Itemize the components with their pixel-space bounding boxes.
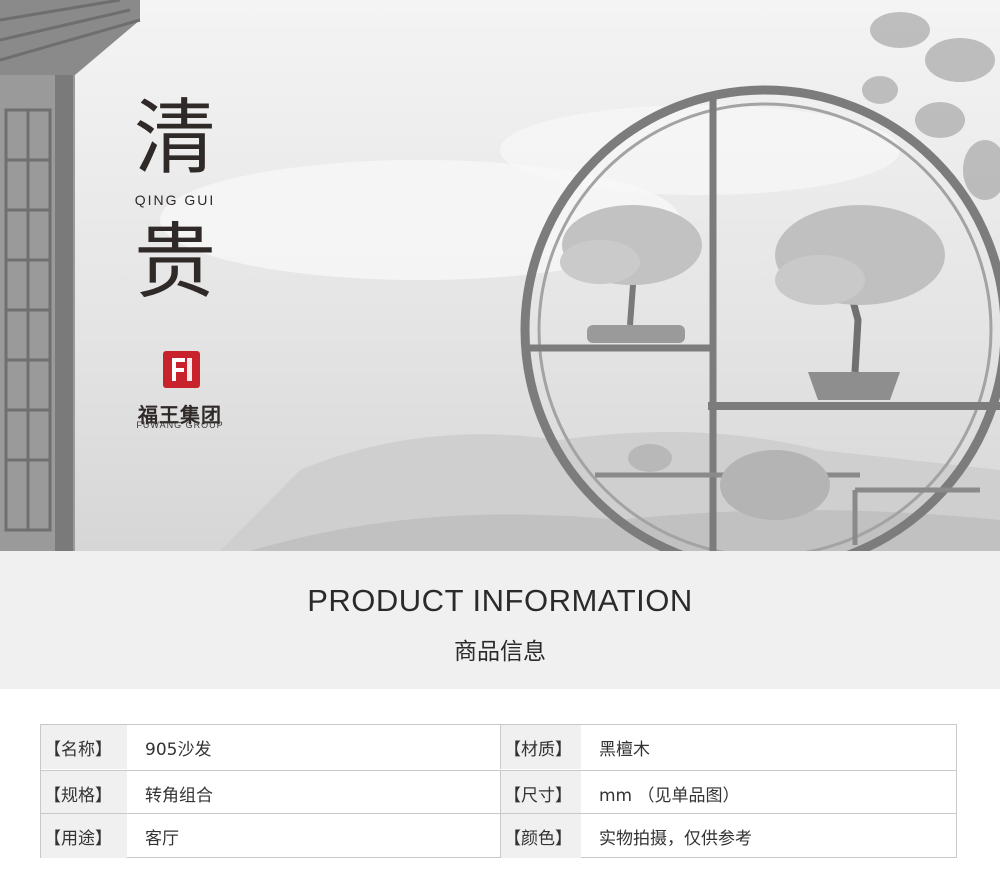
- label-material: 【材质】: [500, 725, 581, 769]
- hero-banner: 清 QING GUI 贵 福王集团 FUWANG GROUP: [0, 0, 1000, 551]
- label-spec: 【规格】: [41, 771, 127, 815]
- title-character-gui: 贵: [133, 215, 216, 310]
- title-pinyin: QING GUI: [134, 192, 216, 208]
- label-name: 【名称】: [41, 725, 127, 769]
- product-info-table: 【名称】 905沙发 【材质】 黑檀木 【规格】 转角组合 【尺寸】 mm （见…: [40, 724, 957, 858]
- section-header-band: [0, 551, 1000, 689]
- value-name: 905沙发: [145, 739, 212, 760]
- table-row: 【用途】 客厅 【颜色】 实物拍摄，仅供参考: [41, 813, 956, 858]
- section-title-en: PRODUCT INFORMATION: [307, 583, 693, 618]
- brand-logo-icon: [163, 351, 200, 388]
- value-usage: 客厅: [145, 828, 179, 849]
- value-spec: 转角组合: [145, 785, 213, 806]
- value-material: 黑檀木: [599, 739, 650, 760]
- value-color: 实物拍摄，仅供参考: [599, 828, 752, 849]
- value-size: mm （见单品图）: [599, 785, 740, 806]
- brand-logo-glyph: [172, 358, 192, 381]
- label-size: 【尺寸】: [500, 771, 581, 815]
- brand-name-en: FUWANG GROUP: [136, 420, 224, 430]
- section-title-cn: 商品信息: [454, 639, 546, 665]
- label-color: 【颜色】: [500, 814, 581, 858]
- label-usage: 【用途】: [41, 814, 127, 858]
- table-row: 【规格】 转角组合 【尺寸】 mm （见单品图）: [41, 770, 956, 815]
- table-row: 【名称】 905沙发 【材质】 黑檀木: [41, 725, 956, 769]
- title-character-qing: 清: [133, 91, 216, 186]
